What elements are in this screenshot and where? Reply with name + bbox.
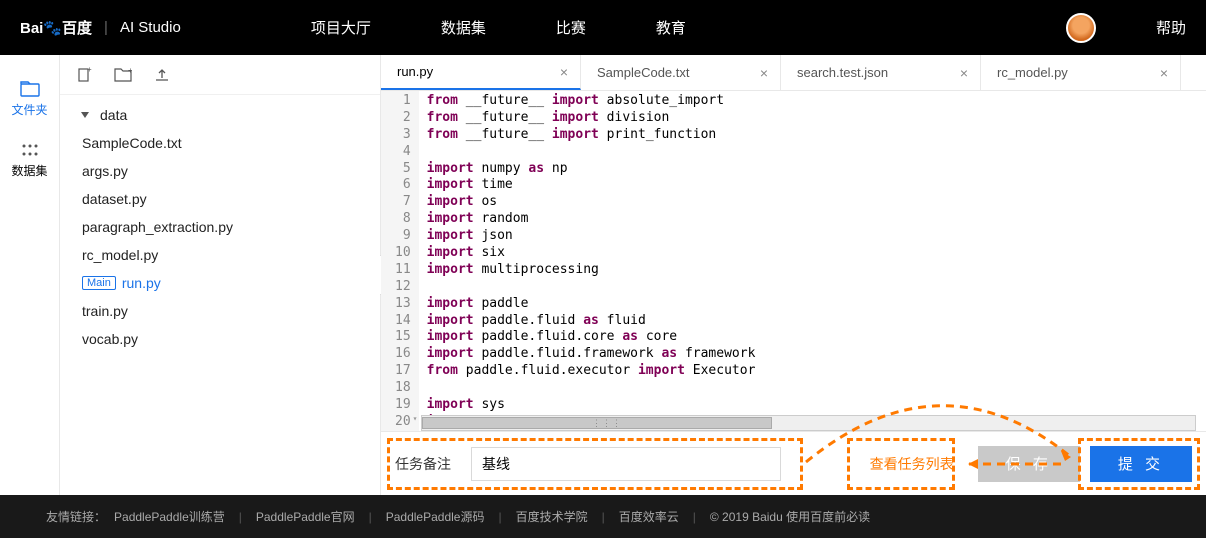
save-button[interactable]: 保 存 <box>978 446 1080 482</box>
close-icon[interactable]: × <box>960 65 968 81</box>
tab-rcmodel[interactable]: rc_model.py× <box>981 55 1181 90</box>
footer-copyright: © 2019 Baidu 使用百度前必读 <box>710 508 870 525</box>
tree-file[interactable]: dataset.py <box>74 185 380 213</box>
iconbar-datasets[interactable]: 数据集 <box>0 134 59 195</box>
submit-button[interactable]: 提 交 <box>1090 446 1192 482</box>
tree-folder-data[interactable]: data <box>74 101 380 129</box>
file-tree: data SampleCode.txt args.py dataset.py p… <box>60 95 380 353</box>
horizontal-scrollbar[interactable]: ⋮⋮⋮ <box>421 415 1196 431</box>
new-folder-icon[interactable]: + <box>114 68 132 82</box>
note-label: 任务备注 <box>395 454 451 474</box>
nav-competitions[interactable]: 比赛 <box>556 17 586 38</box>
view-tasks-link[interactable]: 查看任务列表 <box>870 454 954 474</box>
nav-datasets[interactable]: 数据集 <box>441 17 486 38</box>
main-nav: 项目大厅 数据集 比赛 教育 <box>311 17 686 38</box>
footer-link[interactable]: 百度效率云 <box>619 508 679 525</box>
task-bar: 任务备注 查看任务列表 保 存 提 交 <box>381 431 1206 495</box>
close-icon[interactable]: × <box>760 65 768 81</box>
footer-link[interactable]: PaddlePaddle官网 <box>256 508 355 525</box>
footer: 友情链接： PaddlePaddle训练营| PaddlePaddle官网| P… <box>0 495 1206 538</box>
upload-icon[interactable] <box>154 68 170 82</box>
top-nav: Bai🐾百度 | AI Studio 项目大厅 数据集 比赛 教育 帮助 <box>0 0 1206 55</box>
tab-samplecode[interactable]: SampleCode.txt× <box>581 55 781 90</box>
nav-education[interactable]: 教育 <box>656 17 686 38</box>
tree-file-main[interactable]: Mainrun.py <box>74 269 380 297</box>
tree-file[interactable]: rc_model.py <box>74 241 380 269</box>
svg-text:+: + <box>87 67 92 74</box>
file-sidebar: + + data SampleCode.txt args.py dataset.… <box>60 55 380 495</box>
footer-link[interactable]: 百度技术学院 <box>516 508 588 525</box>
help-link[interactable]: 帮助 <box>1156 17 1186 38</box>
editor-pane: run.py× SampleCode.txt× search.test.json… <box>380 55 1206 495</box>
svg-text:+: + <box>128 68 132 75</box>
editor-tabs: run.py× SampleCode.txt× search.test.json… <box>381 55 1206 91</box>
tree-file[interactable]: paragraph_extraction.py <box>74 213 380 241</box>
note-input[interactable] <box>471 447 781 481</box>
avatar[interactable] <box>1066 13 1096 43</box>
iconbar-files[interactable]: 文件夹 <box>0 73 59 134</box>
close-icon[interactable]: × <box>560 64 568 80</box>
nav-projects[interactable]: 项目大厅 <box>311 17 371 38</box>
sidebar-toolbar: + + <box>60 55 380 95</box>
tree-file[interactable]: vocab.py <box>74 325 380 353</box>
footer-link[interactable]: PaddlePaddle源码 <box>386 508 485 525</box>
tree-file[interactable]: SampleCode.txt <box>74 129 380 157</box>
logo[interactable]: Bai🐾百度 | AI Studio <box>20 17 181 38</box>
tree-file[interactable]: args.py <box>74 157 380 185</box>
new-file-icon[interactable]: + <box>76 67 92 83</box>
left-iconbar: 文件夹 数据集 <box>0 55 60 495</box>
tree-file[interactable]: train.py <box>74 297 380 325</box>
tab-run-py[interactable]: run.py× <box>381 55 581 90</box>
footer-link[interactable]: PaddlePaddle训练营 <box>114 508 225 525</box>
code-editor[interactable]: 123456789101112131415161718192021222324 … <box>381 91 1206 431</box>
footer-prefix: 友情链接： <box>46 508 106 525</box>
close-icon[interactable]: × <box>1160 65 1168 81</box>
tab-search-json[interactable]: search.test.json× <box>781 55 981 90</box>
